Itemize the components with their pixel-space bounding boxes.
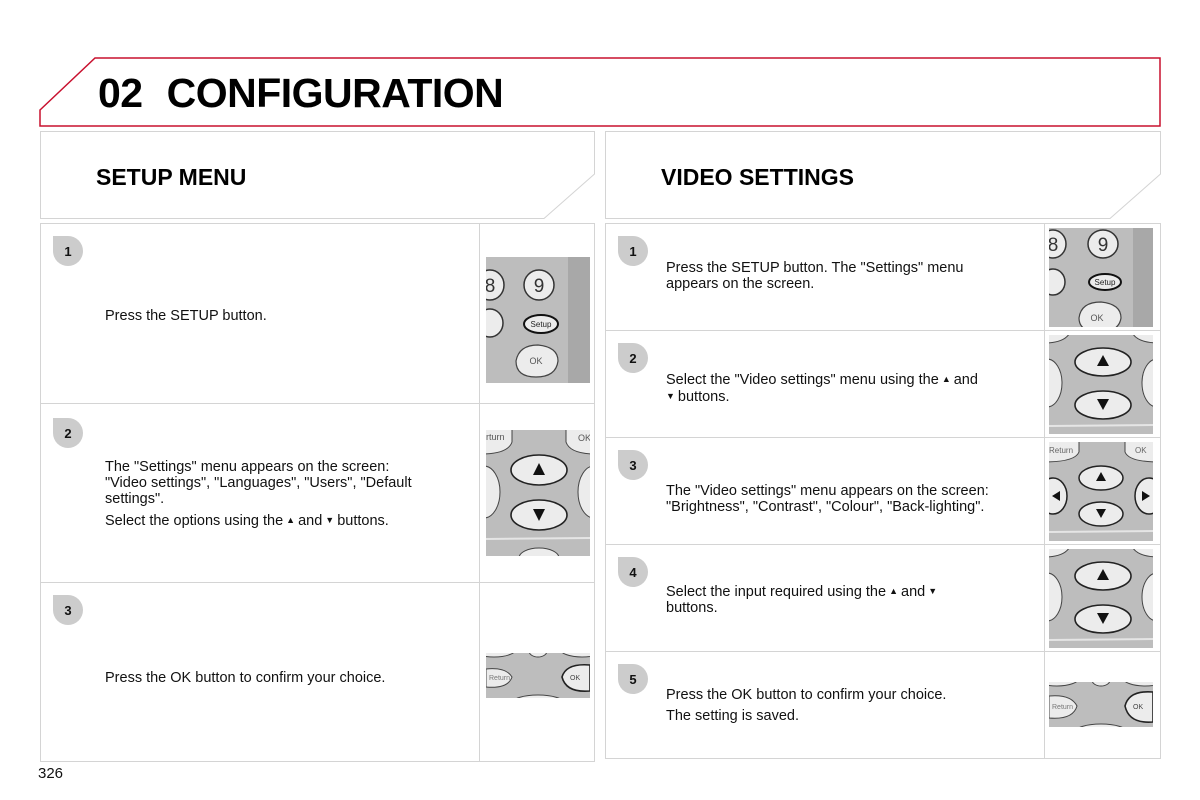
svg-text:OK: OK	[570, 675, 580, 682]
svg-text:OK: OK	[578, 433, 590, 443]
step-text: The "Settings" menu appears on the scree…	[105, 459, 412, 529]
remote-up-down-buttons-icon	[1049, 549, 1153, 648]
remote-up-down-buttons-icon	[1049, 335, 1153, 434]
section-title: VIDEO SETTINGS	[661, 164, 854, 190]
step-number-badge: 3	[618, 450, 648, 480]
svg-text:Return: Return	[489, 675, 510, 682]
svg-text:8: 8	[486, 276, 495, 297]
step-2: 2 Select the "Video settings" menu using…	[606, 331, 1160, 438]
remote-setup-button-icon: 8 9 Setup OK	[486, 257, 590, 383]
video-settings-header: VIDEO SETTINGS	[605, 131, 1161, 219]
setup-menu-header: SETUP MENU	[40, 131, 595, 219]
chapter-number: 02	[98, 70, 143, 116]
step-number-badge: 2	[53, 418, 83, 448]
step-number-badge: 2	[618, 343, 648, 373]
step-number-badge: 5	[618, 664, 648, 694]
step-1: 1 Press the SETUP button. 8 9 Setup OK	[41, 224, 594, 404]
down-arrow-icon: ▼	[928, 586, 938, 596]
setup-menu-steps: 1 Press the SETUP button. 8 9 Setup OK 2…	[40, 223, 595, 762]
chapter-title: 02 CONFIGURATION	[98, 70, 504, 117]
down-arrow-icon: ▼	[666, 391, 675, 401]
step-text: Press the SETUP button.	[105, 308, 267, 324]
svg-text:OK: OK	[1133, 704, 1143, 711]
step-1: 1 Press the SETUP button. The "Settings"…	[606, 224, 1160, 331]
svg-text:Setup: Setup	[531, 320, 552, 329]
step-text: Select the "Video settings" menu using t…	[666, 372, 978, 405]
section-title: SETUP MENU	[96, 164, 247, 190]
step-text: Press the OK button to confirm your choi…	[666, 687, 947, 724]
step-text: Press the SETUP button. The "Settings" m…	[666, 260, 964, 292]
step-number-badge: 3	[53, 595, 83, 625]
svg-text:rturn: rturn	[486, 432, 505, 442]
svg-text:8: 8	[1049, 235, 1058, 256]
step-number-badge: 1	[53, 236, 83, 266]
chapter-name: CONFIGURATION	[166, 70, 504, 116]
step-5: 5 Press the OK button to confirm your ch…	[606, 652, 1160, 759]
remote-navigation-pad-icon: Return OK	[1049, 442, 1153, 541]
remote-setup-button-icon: 8 9 Setup OK	[1049, 228, 1153, 327]
remote-return-ok-buttons-icon: Return OK	[486, 653, 590, 698]
up-arrow-icon: ▲	[286, 515, 296, 525]
svg-text:9: 9	[1098, 235, 1109, 256]
up-arrow-icon: ▲	[889, 586, 898, 596]
step-3: 3 The "Video settings" menu appears on t…	[606, 438, 1160, 545]
svg-text:9: 9	[534, 276, 545, 297]
step-2: 2 The "Settings" menu appears on the scr…	[41, 404, 594, 583]
svg-text:OK: OK	[1135, 446, 1147, 455]
step-3: 3 Press the OK button to confirm your ch…	[41, 583, 594, 762]
step-text: The "Video settings" menu appears on the…	[666, 483, 989, 515]
remote-return-ok-buttons-icon: Return OK	[1049, 682, 1153, 727]
remote-up-down-buttons-icon: rturn OK	[486, 430, 590, 556]
step-text: Select the input required using the ▲ and ▼…	[666, 584, 938, 616]
down-arrow-icon: ▼	[325, 515, 335, 525]
up-arrow-icon: ▲	[941, 374, 951, 384]
svg-text:Return: Return	[1049, 446, 1073, 455]
step-number-badge: 4	[618, 557, 648, 587]
page-number: 326	[38, 765, 64, 782]
svg-text:OK: OK	[1090, 313, 1103, 323]
svg-text:OK: OK	[529, 356, 542, 366]
svg-text:Return: Return	[1052, 704, 1073, 711]
svg-text:Setup: Setup	[1095, 278, 1116, 287]
video-settings-steps: 1 Press the SETUP button. The "Settings"…	[605, 223, 1161, 759]
step-number-badge: 1	[618, 236, 648, 266]
step-text: Press the OK button to confirm your choi…	[105, 670, 386, 686]
step-4: 4 Select the input required using the ▲ an…	[606, 545, 1160, 652]
